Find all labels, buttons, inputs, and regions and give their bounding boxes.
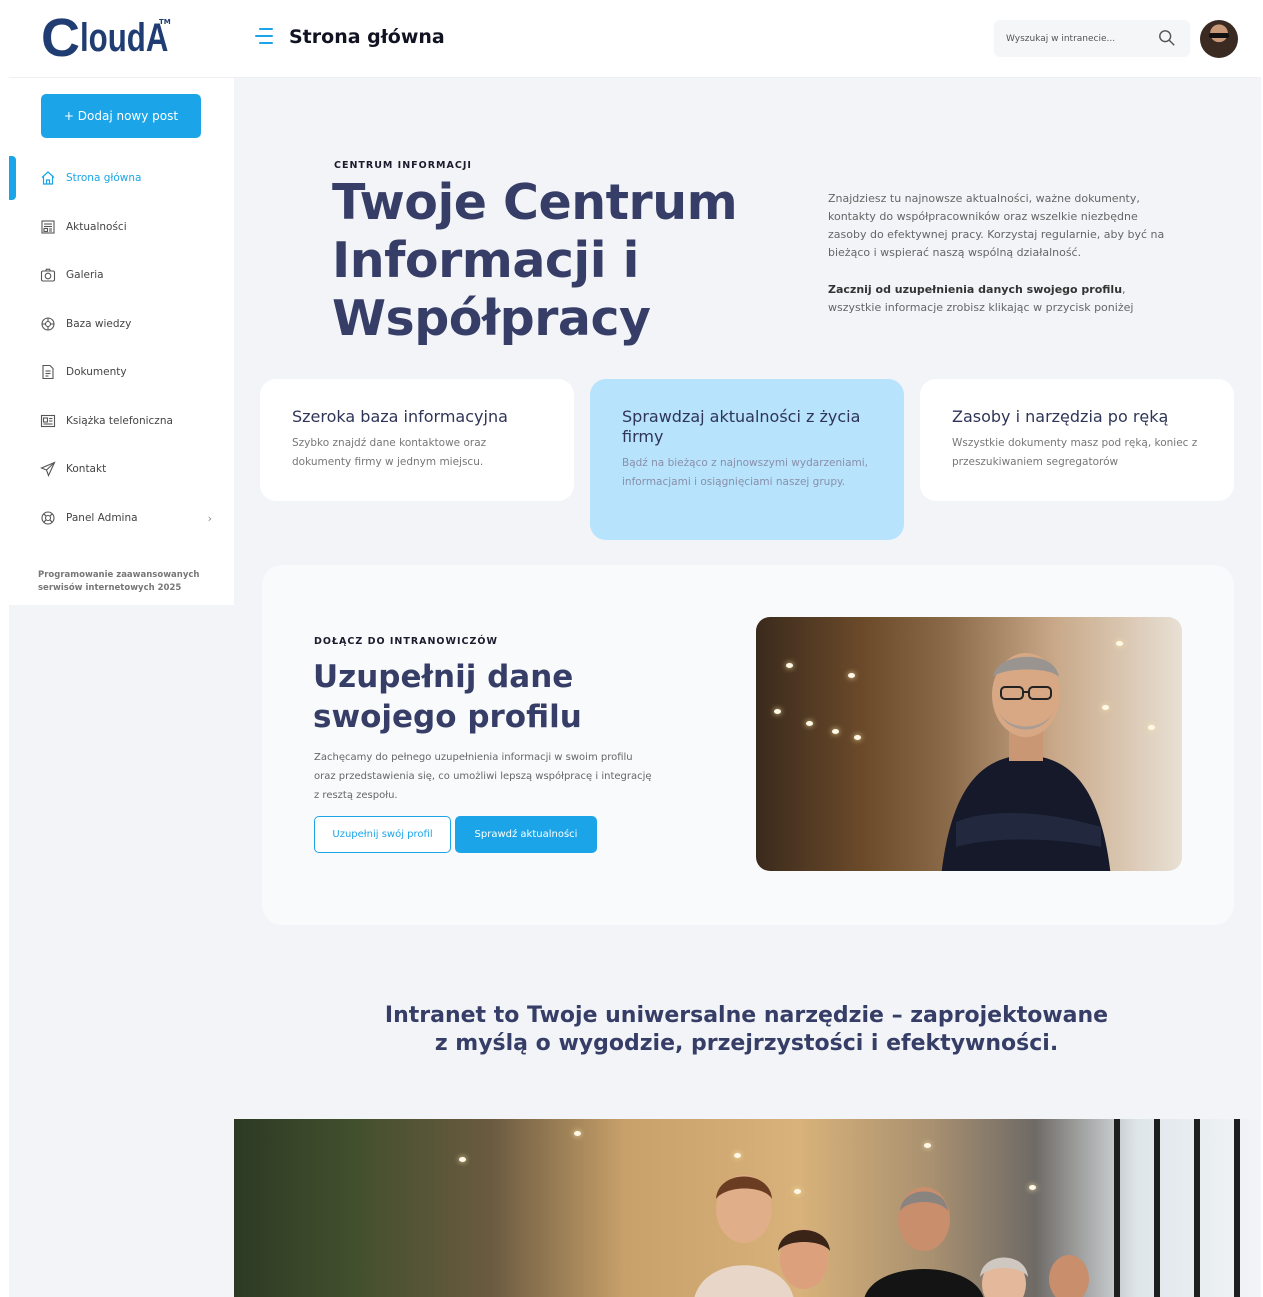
sidebar-item-label: Kontakt: [66, 463, 107, 476]
profile-title: Uzupełnij dane swojego profilu: [313, 659, 582, 735]
lifebuoy-icon: [40, 316, 56, 332]
feature-card: Zasoby i narzędzia po ręką Wszystkie dok…: [920, 379, 1234, 501]
newspaper-icon: [40, 219, 56, 235]
sidebar-item-label: Książka telefoniczna: [66, 414, 173, 427]
hero-description: Znajdziesz tu najnowsze aktualności, waż…: [828, 192, 1165, 259]
sidebar-item-contact[interactable]: Kontakt: [9, 445, 234, 494]
chevron-right-icon[interactable]: ›: [208, 512, 212, 525]
user-avatar[interactable]: [1200, 20, 1238, 58]
feature-card-text: Szybko znajdź dane kontaktowe oraz dokum…: [292, 437, 487, 468]
profile-section: DOŁĄCZ DO INTRANOWICZÓW Uzupełnij dane s…: [262, 565, 1234, 925]
feature-card: Szeroka baza informacyjna Szybko znajdź …: [260, 379, 574, 501]
team-meeting-photo: [234, 1119, 1261, 1297]
team-figures: [694, 1175, 1089, 1297]
sidebar-footer-text: Programowanie zaawansowanych serwisów in…: [38, 570, 200, 593]
logo-letter-c: C: [41, 8, 80, 68]
hero-cta-bold: Zacznij od uzupełnienia danych swojego p…: [828, 283, 1123, 296]
paper-plane-icon: [40, 461, 56, 478]
hero-eyebrow: CENTRUM INFORMACJI: [334, 160, 472, 171]
profile-eyebrow: DOŁĄCZ DO INTRANOWICZÓW: [314, 636, 498, 647]
search-icon[interactable]: [1158, 29, 1176, 47]
hamburger-menu-icon[interactable]: [255, 28, 273, 48]
sidebar-item-documents[interactable]: Dokumenty: [9, 348, 234, 397]
tagline-heading: Intranet to Twoje uniwersalne narzędzie …: [384, 1003, 1109, 1056]
sidebar-item-phonebook[interactable]: Książka telefoniczna: [9, 397, 234, 446]
add-new-post-button[interactable]: + Dodaj nowy post: [41, 94, 201, 138]
feature-card-title: Sprawdzaj aktualności z życia firmy: [622, 407, 861, 446]
hero-cta-text: Zacznij od uzupełnienia danych swojego p…: [828, 281, 1168, 317]
sidebar-nav: Strona główna Aktualności Galeria Baza w…: [9, 154, 234, 542]
sidebar-item-label: Strona główna: [66, 172, 142, 185]
sidebar-item-knowledge-base[interactable]: Baza wiedzy: [9, 300, 234, 349]
sidebar-item-label: Panel Admina: [66, 511, 138, 524]
sidebar-item-gallery[interactable]: Galeria: [9, 251, 234, 300]
profile-description: Zachęcamy do pełnego uzupełnienia inform…: [314, 752, 652, 801]
gear-icon: [40, 510, 56, 526]
smiling-man-photo: [756, 617, 1182, 871]
check-news-button[interactable]: Sprawdź aktualności: [455, 816, 597, 853]
sidebar-item-home[interactable]: Strona główna: [9, 154, 234, 203]
feature-card-text: Wszystkie dokumenty masz pod ręką, konie…: [952, 437, 1198, 468]
top-header: C loudA TM Strona główna: [9, 0, 1261, 78]
sidebar-background-filler: [9, 605, 234, 1297]
logo-wordmark: loudA: [80, 16, 169, 60]
sidebar-item-label: Galeria: [66, 269, 104, 282]
sidebar-item-admin-panel[interactable]: Panel Admina ›: [9, 494, 234, 543]
feature-card-title: Szeroka baza informacyjna: [292, 407, 508, 426]
clouda-logo[interactable]: C loudA TM: [41, 8, 193, 68]
logo-trademark: TM: [159, 18, 171, 26]
home-icon: [40, 170, 56, 186]
feature-card-text: Bądź na bieżąco z najnowszymi wydarzenia…: [622, 457, 868, 488]
main-content: CENTRUM INFORMACJI Twoje Centrum Informa…: [234, 78, 1261, 1297]
sidebar-item-label: Baza wiedzy: [66, 317, 132, 330]
document-icon: [40, 364, 56, 380]
person-figure: [941, 653, 1111, 871]
complete-profile-button[interactable]: Uzupełnij swój profil: [314, 816, 451, 853]
search-box: [994, 20, 1190, 57]
hero-title: Twoje Centrum Informacji i Współpracy: [332, 174, 738, 347]
sidebar: + Dodaj nowy post Strona główna Aktualno…: [9, 78, 234, 605]
sidebar-item-news[interactable]: Aktualności: [9, 203, 234, 252]
feature-card-highlighted: Sprawdzaj aktualności z życia firmy Bądź…: [590, 379, 904, 540]
sidebar-item-label: Aktualności: [66, 220, 127, 233]
search-input[interactable]: [1006, 33, 1146, 44]
feature-card-title: Zasoby i narzędzia po ręką: [952, 407, 1169, 426]
sidebar-item-label: Dokumenty: [66, 366, 127, 379]
camera-icon: [40, 267, 56, 283]
contact-card-icon: [40, 413, 56, 429]
page-title: Strona główna: [289, 26, 445, 48]
